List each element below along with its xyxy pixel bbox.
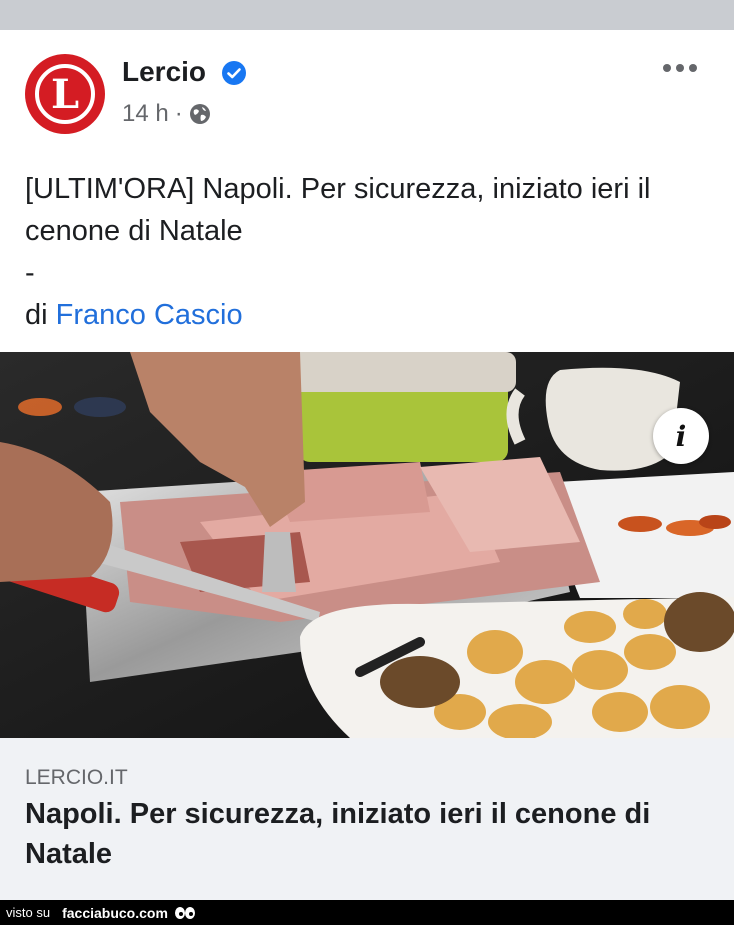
post-photo[interactable]: i <box>0 352 734 738</box>
post-headline: [ULTIM'ORA] Napoli. Per sicurezza, inizi… <box>25 173 651 247</box>
page-name[interactable]: Lercio <box>122 56 206 88</box>
link-domain: LERCIO.IT <box>25 766 128 789</box>
more-options-icon[interactable] <box>660 60 700 76</box>
watermark-prefix: visto su <box>6 905 51 920</box>
info-button[interactable]: i <box>653 408 709 464</box>
verified-badge-icon <box>222 61 246 85</box>
watermark-site: facciabuco.com <box>62 904 168 921</box>
status-bar <box>0 0 734 30</box>
link-title[interactable]: Napoli. Per sicurezza, iniziato ieri il … <box>25 794 705 874</box>
post-meta: 14 h · <box>122 100 211 128</box>
post-text: [ULTIM'ORA] Napoli. Per sicurezza, inizi… <box>25 168 705 336</box>
page-avatar[interactable]: L <box>25 54 105 134</box>
meta-separator: · <box>174 100 183 127</box>
byline-prefix: di <box>25 299 48 331</box>
post-time[interactable]: 14 h <box>122 100 169 128</box>
watermark-bar: visto su facciabuco.com <box>0 900 734 925</box>
post-byline: di Franco Cascio <box>25 294 705 336</box>
author-link[interactable]: Franco Cascio <box>56 299 243 331</box>
globe-icon <box>189 104 210 124</box>
eyes-logo-icon <box>174 906 195 919</box>
post-card: L Lercio 14 h · [ULTIM'ORA] Napoli. Per … <box>0 30 734 900</box>
post-dash: - <box>25 257 35 289</box>
link-preview[interactable]: LERCIO.IT Napoli. Per sicurezza, iniziat… <box>0 738 734 900</box>
photo-illustration <box>0 352 734 738</box>
avatar-letter: L <box>35 64 95 124</box>
